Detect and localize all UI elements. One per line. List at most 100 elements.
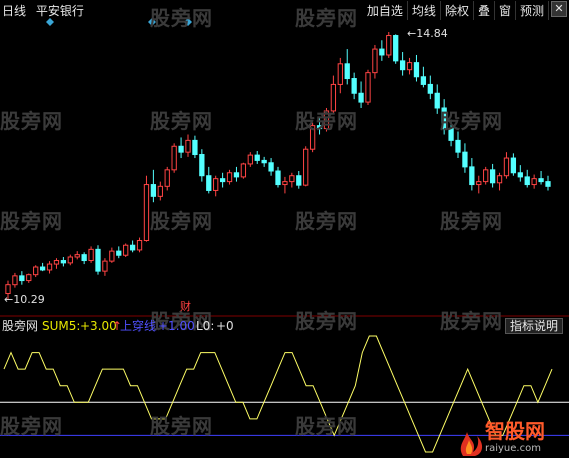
candle-body <box>67 256 73 264</box>
close-button[interactable]: ✕ <box>551 1 567 17</box>
add-watchlist-button[interactable]: 加自选 <box>363 1 408 20</box>
candle-body <box>109 250 115 262</box>
candle-body <box>358 92 364 103</box>
candle-body <box>143 184 150 242</box>
indicator-name: 股旁网 <box>2 319 39 333</box>
candle-body <box>247 154 253 165</box>
candle-body <box>510 157 517 174</box>
toolbar: 加自选 均线 除权 叠 窗 预测 ✕ <box>363 1 567 20</box>
candle-body <box>116 250 122 256</box>
candle-body <box>136 240 143 251</box>
candle-body <box>129 244 136 251</box>
candle-body <box>88 248 94 262</box>
candle-body <box>303 148 309 186</box>
chart-title: 日线 平安银行 <box>2 2 90 19</box>
cross-value: +1.00 <box>158 319 195 333</box>
candle-body <box>102 260 108 272</box>
candle-body <box>213 178 219 191</box>
ex-rights-button[interactable]: 除权 <box>441 1 474 20</box>
l0-value: +0 <box>216 319 234 333</box>
candle-body <box>372 48 378 74</box>
candle-body <box>524 176 530 186</box>
site-logo: 智股网 raiyue.com <box>455 418 567 458</box>
candle-body <box>441 107 447 130</box>
candle-body <box>95 248 101 272</box>
candle-body <box>33 266 39 276</box>
candle-body <box>489 169 496 184</box>
candle-body <box>26 274 32 282</box>
candle-body <box>309 125 316 150</box>
candle-body <box>289 175 295 183</box>
candle-body <box>178 145 184 153</box>
candle-body <box>157 185 163 197</box>
candle-body <box>469 166 475 186</box>
sum-label: SUM5: <box>42 319 81 333</box>
period-label: 日线 <box>2 4 27 18</box>
candle-body <box>192 139 198 156</box>
candle-body <box>455 139 461 153</box>
candle-body <box>531 178 537 186</box>
event-marker-icon <box>148 18 156 26</box>
low-price-label: ←10.29 <box>4 293 45 306</box>
candle-body <box>150 184 157 197</box>
indicator-bar: 股旁网 SUM5: +3.00 ↑ 上穿线 +1.00 L0: +0 <box>0 318 569 334</box>
candle-body <box>12 275 18 286</box>
candle-body <box>323 110 330 130</box>
candle-body <box>39 266 46 271</box>
candle-body <box>275 170 281 186</box>
candle-body <box>268 162 274 172</box>
candle-body <box>316 125 323 130</box>
candle-body <box>386 35 392 56</box>
logo-subtext: raiyue.com <box>485 443 541 454</box>
candle-body <box>379 48 385 56</box>
chart-window: 日线 平安银行 加自选 均线 除权 叠 窗 预测 ✕ 股旁网 股旁网 股旁网 股… <box>0 0 569 458</box>
candle-body <box>330 83 337 112</box>
candle-body <box>60 260 67 264</box>
indicator-help-button[interactable]: 指标说明 <box>504 318 563 334</box>
candle-body <box>164 169 170 187</box>
candle-body <box>81 254 87 262</box>
candle-body <box>185 139 191 153</box>
finance-marker[interactable]: 财 <box>180 300 191 314</box>
candle-body <box>406 62 413 71</box>
kline-chart <box>0 18 569 453</box>
candle-body <box>261 159 267 164</box>
stock-name: 平安银行 <box>35 4 84 18</box>
candle-body <box>545 181 551 187</box>
l0-label: L0: <box>196 319 215 333</box>
candle-body <box>46 263 53 271</box>
candle-body <box>399 60 406 71</box>
candle-body <box>240 163 247 178</box>
window-button[interactable]: 窗 <box>495 1 516 20</box>
candle-body <box>74 254 80 258</box>
overlay-button[interactable]: 叠 <box>474 1 495 20</box>
candle-body <box>448 128 454 141</box>
moving-average-button[interactable]: 均线 <box>408 1 441 20</box>
candle-body <box>254 154 260 161</box>
candle-body <box>393 35 399 62</box>
candle-body <box>483 169 489 183</box>
event-marker-icon <box>46 18 54 26</box>
candle-body <box>434 92 440 109</box>
event-marker-icon <box>184 18 192 26</box>
forecast-button[interactable]: 预测 <box>516 1 549 20</box>
candle-body <box>19 275 25 282</box>
candle-body <box>282 181 288 186</box>
candle-body <box>420 76 427 85</box>
candle-body <box>496 175 503 184</box>
candle-body <box>219 178 226 183</box>
candle-body <box>296 175 302 186</box>
high-price-label: ←14.84 <box>407 27 448 40</box>
candle-body <box>427 83 433 94</box>
candle-body <box>53 260 60 265</box>
candle-body <box>503 157 510 177</box>
candle-body <box>206 175 212 191</box>
candle-body <box>123 244 129 256</box>
candle-body <box>233 172 240 178</box>
cross-label: 上穿线 <box>120 319 157 333</box>
candle-body <box>337 63 343 85</box>
candle-body <box>351 78 357 94</box>
candle-body <box>413 62 420 78</box>
logo-text: 智股网 <box>485 419 545 443</box>
candle-body <box>462 151 468 168</box>
